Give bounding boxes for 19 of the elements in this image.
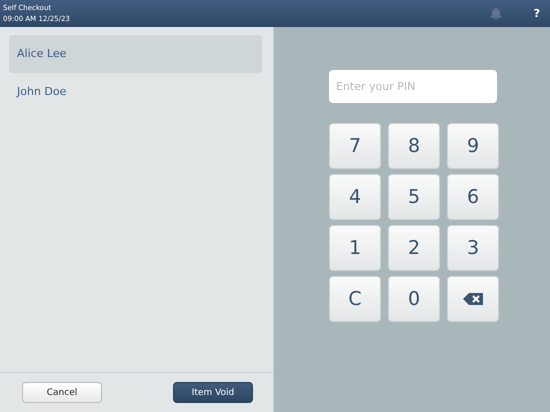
keypad-key[interactable]: 3: [447, 225, 499, 271]
item-void-button[interactable]: Item Void: [173, 382, 253, 403]
keypad-key[interactable]: 1: [329, 225, 381, 271]
help-button[interactable]: ?: [534, 7, 540, 20]
pin-field[interactable]: Enter your PIN: [329, 70, 497, 103]
keypad-key[interactable]: 9: [447, 123, 499, 169]
keypad-key[interactable]: 0: [388, 276, 440, 322]
keypad-key[interactable]: 8: [388, 123, 440, 169]
user-item[interactable]: Alice Lee: [9, 35, 262, 73]
keypad-key[interactable]: 2: [388, 225, 440, 271]
keypad-key[interactable]: C: [329, 276, 381, 322]
backspace-key[interactable]: [447, 276, 499, 322]
keypad-key[interactable]: 6: [447, 174, 499, 220]
keypad-key[interactable]: 5: [388, 174, 440, 220]
user-item[interactable]: John Doe: [9, 73, 262, 111]
keypad-key[interactable]: 7: [329, 123, 381, 169]
keypad-key[interactable]: 4: [329, 174, 381, 220]
backspace-icon: [463, 293, 483, 305]
cancel-button[interactable]: Cancel: [22, 382, 102, 403]
